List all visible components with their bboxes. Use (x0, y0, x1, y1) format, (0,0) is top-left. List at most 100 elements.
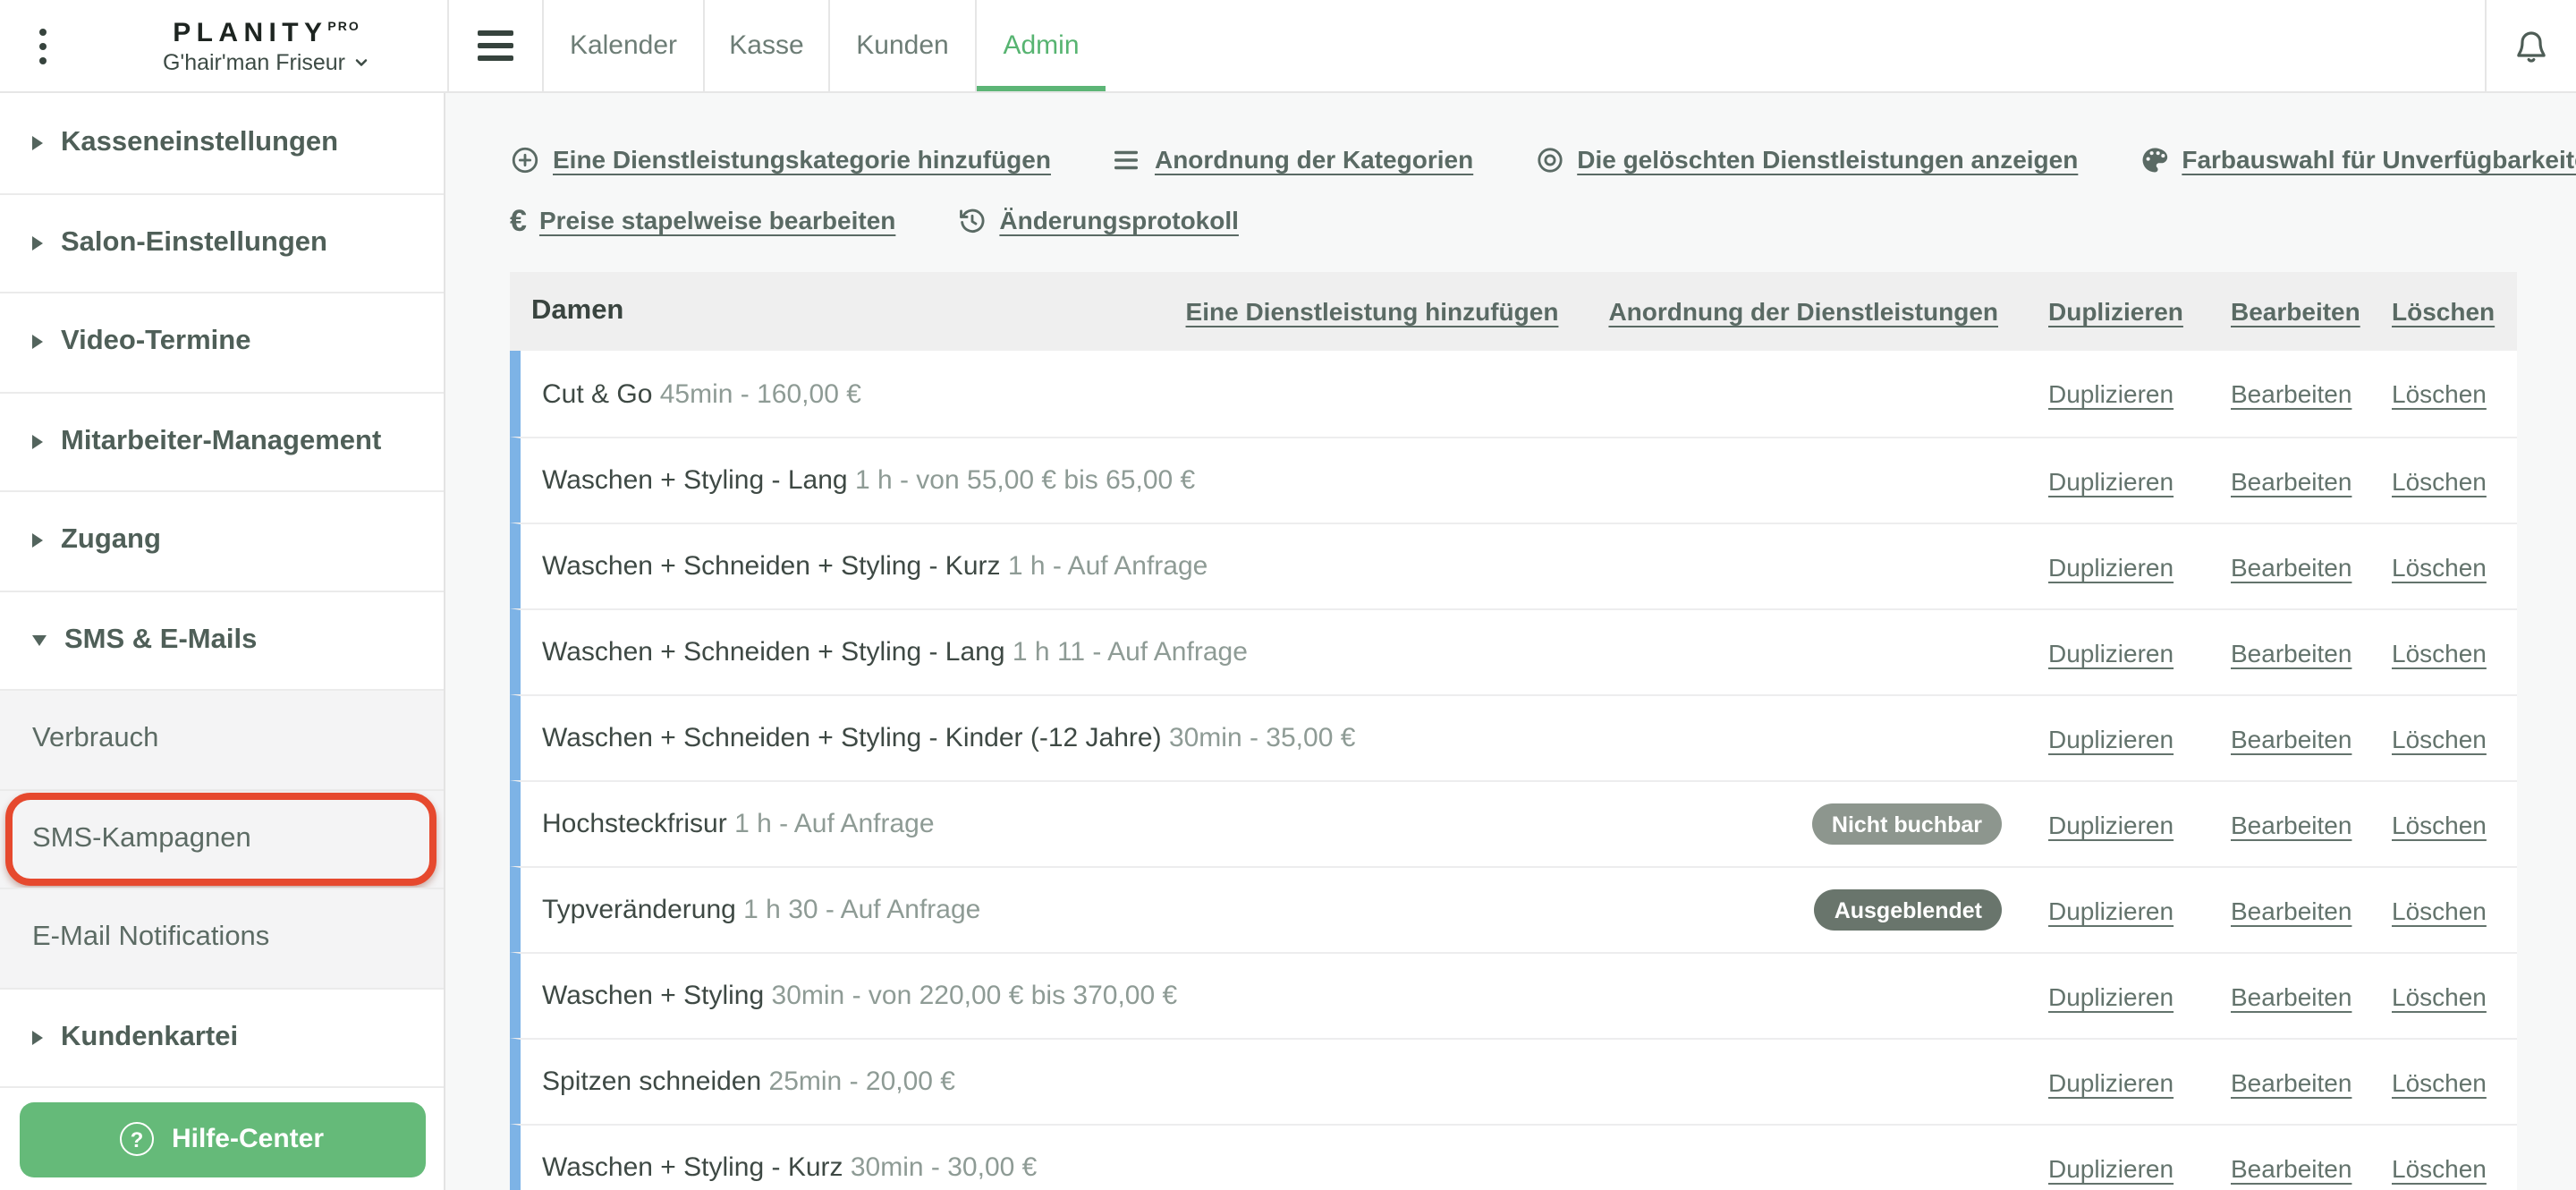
edit-link[interactable]: Bearbeiten (2231, 638, 2392, 667)
service-name: Waschen + Schneiden + Styling - Lang (542, 637, 1005, 667)
nav-tab[interactable]: Admin (975, 0, 1106, 91)
kebab-menu-button[interactable] (0, 0, 86, 91)
service-row: Hochsteckfrisur 1 h - Auf Anfrage Nicht … (510, 780, 2517, 866)
duplicate-link[interactable]: Duplizieren (2048, 896, 2231, 924)
sidebar-item[interactable]: Kundenkartei (0, 987, 444, 1086)
delete-link[interactable]: Löschen (2392, 1067, 2499, 1096)
delete-link[interactable]: Löschen (2392, 379, 2499, 408)
duplicate-link[interactable]: Duplizieren (2048, 1153, 2231, 1182)
category-actions-row-2: € Preise stapelweise bearbeiten Änderung… (510, 193, 2576, 247)
action-link[interactable]: Farbauswahl für Unverfügbarkeiten (2139, 144, 2576, 174)
service-details: 30min - 35,00 € (1168, 723, 1356, 753)
sidebar-item[interactable]: SMS-Kampagnen (0, 788, 444, 888)
action-link[interactable]: Anordnung der Kategorien (1112, 144, 1473, 174)
duplicate-link[interactable]: Duplizieren (2048, 1067, 2231, 1096)
edit-link[interactable]: Bearbeiten (2231, 1153, 2392, 1182)
duplicate-link[interactable]: Duplizieren (2048, 982, 2231, 1010)
sidebar-item-label: Kasseneinstellungen (61, 126, 339, 157)
sidebar-item-label: Mitarbeiter-Management (61, 425, 382, 456)
disclosure-triangle-icon (32, 434, 43, 449)
delete-link[interactable]: Löschen (2392, 1153, 2499, 1182)
duplicate-link[interactable]: Duplizieren (2048, 466, 2231, 495)
service-name: Typveränderung (542, 895, 736, 925)
delete-link[interactable]: Löschen (2392, 552, 2499, 581)
edit-link[interactable]: Bearbeiten (2231, 724, 2392, 752)
service-name: Cut & Go (542, 378, 653, 409)
sidebar-item[interactable]: E-Mail Notifications (0, 888, 444, 987)
edit-link[interactable]: Bearbeiten (2231, 982, 2392, 1010)
help-area: ? Hilfe-Center (0, 1086, 444, 1190)
service-details: 45min - 160,00 € (659, 378, 861, 409)
edit-link[interactable]: Bearbeiten (2231, 810, 2392, 838)
disclosure-triangle-icon (32, 335, 43, 350)
eye-icon (1534, 144, 1564, 174)
delete-link[interactable]: Löschen (2392, 982, 2499, 1010)
sidebar-item[interactable]: Salon-Einstellungen (0, 192, 444, 292)
service-row: Cut & Go 45min - 160,00 € Duplizieren Be… (510, 351, 2517, 437)
edit-link[interactable]: Bearbeiten (2231, 466, 2392, 495)
header-right (2485, 0, 2576, 91)
sidebar-item[interactable]: SMS & E-Mails (0, 590, 444, 689)
duplicate-link[interactable]: Duplizieren (2048, 810, 2231, 838)
edit-link[interactable]: Bearbeiten (2231, 896, 2392, 924)
delete-link[interactable]: Löschen (2392, 810, 2499, 838)
status-badge: Nicht buchbar (1811, 803, 2002, 845)
service-name: Waschen + Schneiden + Styling - Kurz (542, 551, 1001, 582)
service-details: 30min - 30,00 € (850, 1152, 1038, 1183)
sidebar-item-label: Zugang (61, 524, 161, 556)
delete-link[interactable]: Löschen (2392, 466, 2499, 495)
list-icon (1112, 144, 1142, 174)
category-actions-row-1: Eine Dienstleistungskategorie hinzufügen… (510, 132, 2576, 186)
edit-link[interactable]: Bearbeiten (2231, 379, 2392, 408)
column-header-edit[interactable]: Bearbeiten (2231, 297, 2392, 326)
action-link[interactable]: € Preise stapelweise bearbeiten (510, 205, 895, 235)
service-name: Spitzen schneiden (542, 1067, 762, 1097)
euro-icon: € (510, 203, 527, 237)
sidebar-item[interactable]: Mitarbeiter-Management (0, 391, 444, 490)
column-header-delete[interactable]: Löschen (2392, 297, 2499, 326)
edit-link[interactable]: Bearbeiten (2231, 1067, 2392, 1096)
sidebar-item-label: Video-Termine (61, 326, 251, 357)
sidebar-item-label: Salon-Einstellungen (61, 226, 327, 258)
hamburger-menu-button[interactable] (449, 0, 542, 91)
service-row: Typveränderung 1 h 30 - Auf Anfrage Ausg… (510, 866, 2517, 952)
sidebar-item[interactable]: Kasseneinstellungen (0, 93, 444, 192)
duplicate-link[interactable]: Duplizieren (2048, 724, 2231, 752)
planity-admin-app: PLANITYPRO G'hair'man Friseur Kalender K… (0, 0, 2576, 1190)
main-content: Eine Dienstleistungskategorie hinzufügen… (445, 93, 2576, 1190)
delete-link[interactable]: Löschen (2392, 724, 2499, 752)
sidebar-item[interactable]: Video-Termine (0, 292, 444, 391)
add-service-link[interactable]: Eine Dienstleistung hinzufügen (1186, 297, 1559, 326)
disclosure-triangle-icon (32, 1030, 43, 1045)
services-table: Damen Eine Dienstleistung hinzufügen Ano… (510, 272, 2517, 1190)
sidebar-item[interactable]: Zugang (0, 490, 444, 590)
help-center-button[interactable]: ? Hilfe-Center (19, 1101, 425, 1177)
salon-selector[interactable]: G'hair'man Friseur (163, 49, 370, 74)
brand-pro-suffix: PRO (327, 21, 360, 33)
duplicate-link[interactable]: Duplizieren (2048, 379, 2231, 408)
chevron-down-icon (355, 58, 368, 65)
salon-name: G'hair'man Friseur (162, 49, 346, 74)
sidebar-item[interactable]: Verbrauch (0, 689, 444, 788)
notification-bell-icon[interactable] (2513, 28, 2549, 64)
order-services-link[interactable]: Anordnung der Dienstleistungen (1608, 297, 1998, 326)
action-link[interactable]: Eine Dienstleistungskategorie hinzufügen (510, 144, 1051, 174)
edit-link[interactable]: Bearbeiten (2231, 552, 2392, 581)
service-details: 1 h - Auf Anfrage (1007, 551, 1208, 582)
nav-tab[interactable]: Kasse (703, 0, 828, 91)
sidebar-item-label: SMS-Kampagnen (32, 822, 251, 854)
nav-tab[interactable]: Kunden (828, 0, 975, 91)
nav-tab[interactable]: Kalender (542, 0, 703, 91)
service-details: 1 h - Auf Anfrage (734, 809, 935, 839)
action-link[interactable]: Die gelöschten Dienstleistungen anzeigen (1534, 144, 2078, 174)
action-link[interactable]: Änderungsprotokoll (956, 205, 1239, 235)
service-details: 1 h 30 - Auf Anfrage (743, 895, 981, 925)
disclosure-triangle-icon (32, 634, 47, 646)
service-row: Waschen + Schneiden + Styling - Kurz 1 h… (510, 523, 2517, 608)
delete-link[interactable]: Löschen (2392, 638, 2499, 667)
delete-link[interactable]: Löschen (2392, 896, 2499, 924)
service-name: Waschen + Styling (542, 981, 765, 1011)
column-header-duplicate[interactable]: Duplizieren (2048, 297, 2231, 326)
duplicate-link[interactable]: Duplizieren (2048, 552, 2231, 581)
duplicate-link[interactable]: Duplizieren (2048, 638, 2231, 667)
